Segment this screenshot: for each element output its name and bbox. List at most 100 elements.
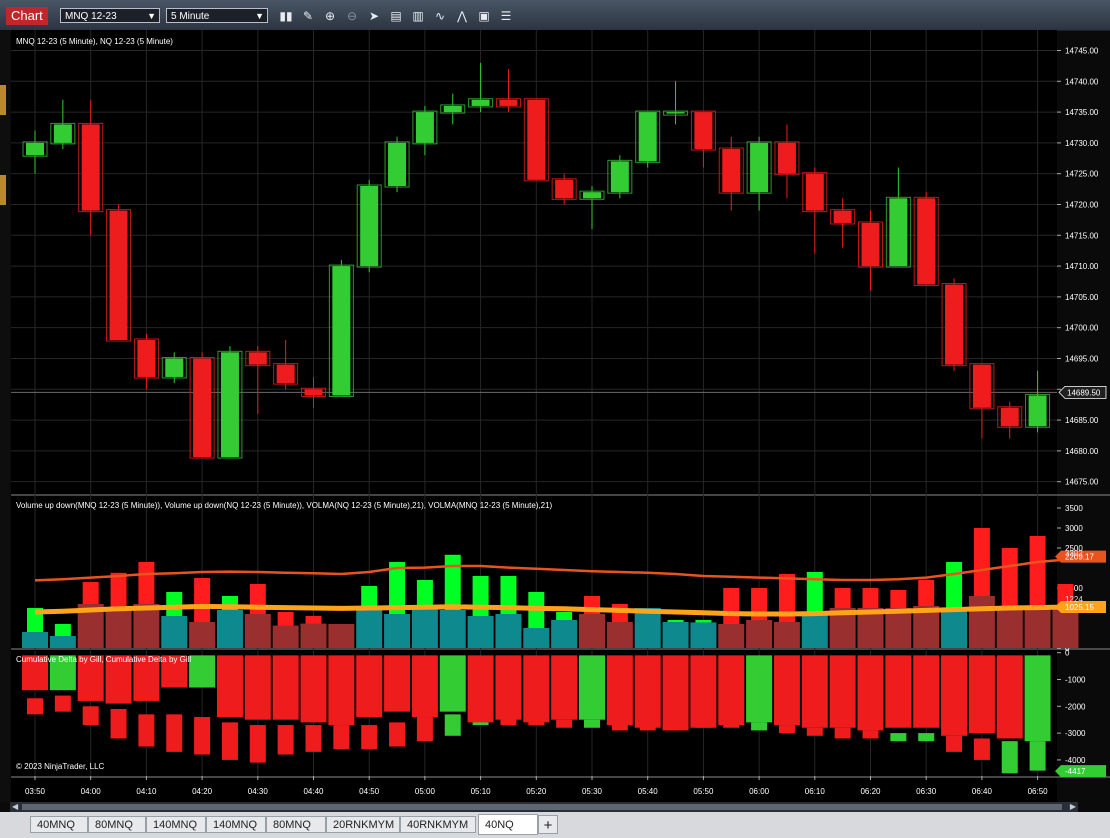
chart-window: Chart MNQ 12-23 ▼ 5 Minute ▼ ▮▮ ✎ ⊕ ⊖ ➤ ▤ ▥ ∿ ⋀ ▣… — [0, 0, 1110, 838]
nq-volume-bar — [356, 608, 383, 648]
candle-body — [805, 173, 824, 211]
mnq-delta-bar — [996, 655, 1023, 739]
delta-marker-label: -4417 — [1065, 767, 1086, 776]
tab-80mnq[interactable]: 80MNQ — [88, 816, 146, 833]
nq-delta-bar — [890, 733, 907, 742]
mnq-delta-bar — [300, 655, 327, 723]
chart-canvas[interactable]: 14675.0014680.0014685.0014690.0014695.00… — [0, 30, 1110, 802]
nq-delta-bar — [194, 717, 211, 755]
add-tab-button[interactable]: + — [538, 815, 558, 834]
mnq-delta-bar — [384, 655, 411, 712]
nq-volume-bar — [996, 606, 1023, 648]
nq-volume-bar — [189, 622, 216, 648]
menu-icon[interactable]: ☰ — [498, 8, 514, 24]
nq-delta-bar — [1001, 741, 1018, 774]
mnq-delta-bar — [467, 655, 494, 723]
tab-20rnkmym[interactable]: 20RNKMYM — [326, 816, 400, 833]
candle-body — [443, 105, 462, 113]
tab-40nq[interactable]: 40NQ — [478, 814, 538, 835]
candle-body — [276, 364, 295, 384]
mnq-delta-bar — [801, 655, 828, 728]
templates-icon[interactable]: ▣ — [476, 8, 492, 24]
price-tick-label: 14680.00 — [1065, 447, 1099, 456]
nq-delta-bar — [862, 730, 879, 739]
nq-volume-bar — [579, 614, 605, 648]
price-tick-label: 14745.00 — [1065, 46, 1099, 55]
volma-mnq-marker-label: 1025.15 — [1065, 603, 1094, 612]
tab-140mnq[interactable]: 140MNQ — [206, 816, 266, 833]
tab-140mnq[interactable]: 140MNQ — [146, 816, 206, 833]
tab-80mnq[interactable]: 80MNQ — [266, 816, 326, 833]
nq-volume-bar — [161, 616, 188, 648]
nq-delta-bar — [946, 735, 963, 752]
instrument-value: MNQ 12-23 — [65, 11, 117, 22]
chevron-down-icon: ▼ — [147, 11, 156, 21]
time-tick-label: 04:50 — [359, 787, 380, 796]
toolbar-tools: ▮▮ ✎ ⊕ ⊖ ➤ ▤ ▥ ∿ ⋀ ▣ ☰ — [278, 8, 520, 24]
nq-volume-bar — [495, 614, 522, 648]
tab-40mnq[interactable]: 40MNQ — [30, 816, 88, 833]
price-tick-label: 14720.00 — [1065, 200, 1099, 209]
nq-delta-bar — [249, 725, 266, 763]
candle-body — [527, 99, 546, 180]
candle-body — [861, 222, 880, 267]
pencil-icon[interactable]: ✎ — [300, 8, 316, 24]
nq-volume-bar — [411, 608, 438, 648]
time-tick-label: 06:50 — [1028, 787, 1049, 796]
nq-volume-bar — [216, 610, 243, 648]
nq-volume-bar — [523, 628, 550, 648]
delta-tick-label: -3000 — [1065, 729, 1086, 738]
delta-tick-label: -2000 — [1065, 702, 1086, 711]
candle-body — [193, 358, 212, 458]
nq-delta-bar — [305, 725, 322, 752]
mnq-delta-bar — [551, 655, 578, 720]
time-tick-label: 05:30 — [582, 787, 603, 796]
scroll-right-icon[interactable]: ▶ — [1070, 802, 1076, 811]
mnq-delta-bar — [718, 655, 745, 726]
cursor-icon[interactable]: ➤ — [366, 8, 382, 24]
volume-tick-label: 3500 — [1065, 504, 1083, 513]
nq-delta-bar — [389, 722, 406, 747]
time-tick-label: 06:00 — [749, 787, 770, 796]
interval-selector[interactable]: 5 Minute ▼ — [166, 8, 268, 23]
candle-body — [777, 142, 796, 174]
volume-panel-label: Volume up down(MNQ 12-23 (5 Minute)), Vo… — [16, 501, 553, 510]
nq-volume-bar — [384, 614, 411, 648]
mnq-delta-bar — [1024, 655, 1051, 742]
volume-hidden-label: 3302 — [1065, 549, 1083, 558]
nq-delta-bar — [221, 722, 238, 760]
time-tick-label: 04:30 — [248, 787, 269, 796]
properties-icon[interactable]: ▥ — [410, 8, 426, 24]
volume-tick-label: 3000 — [1065, 524, 1083, 533]
zoom-in-icon[interactable]: ⊕ — [322, 8, 338, 24]
nq-delta-bar — [277, 725, 294, 755]
tab-40rnkmym[interactable]: 40RNKMYM — [400, 816, 476, 833]
indicators-icon[interactable]: ∿ — [432, 8, 448, 24]
mnq-delta-bar — [244, 655, 271, 720]
candle-body — [165, 358, 184, 377]
nq-delta-bar — [806, 727, 823, 736]
candle-body — [304, 389, 323, 396]
price-tick-label: 14715.00 — [1065, 231, 1099, 240]
delta-panel-label: Cumulative Delta by Gill, Cumulative Del… — [16, 655, 192, 664]
nq-delta-bar — [27, 698, 43, 715]
scrollbar-thumb[interactable] — [22, 804, 1062, 810]
strategies-icon[interactable]: ⋀ — [454, 8, 470, 24]
nq-volume-bar — [300, 623, 327, 648]
time-tick-label: 04:10 — [136, 787, 157, 796]
horizontal-scrollbar[interactable]: ◀ ▶ — [10, 802, 1078, 812]
scroll-left-icon[interactable]: ◀ — [12, 802, 18, 811]
price-tick-label: 14705.00 — [1065, 293, 1099, 302]
candle-body — [694, 112, 713, 150]
nq-delta-bar — [110, 708, 127, 739]
zoom-out-icon[interactable]: ⊖ — [344, 8, 360, 24]
nq-delta-bar — [444, 714, 461, 736]
candle-body — [248, 352, 267, 365]
candle-body — [415, 112, 434, 143]
mnq-delta-bar — [857, 655, 884, 731]
data-box-icon[interactable]: ▤ — [388, 8, 404, 24]
bars-icon[interactable]: ▮▮ — [278, 8, 294, 24]
instrument-selector[interactable]: MNQ 12-23 ▼ — [60, 8, 160, 23]
mnq-delta-bar — [773, 655, 800, 726]
nq-volume-bar — [272, 625, 299, 648]
